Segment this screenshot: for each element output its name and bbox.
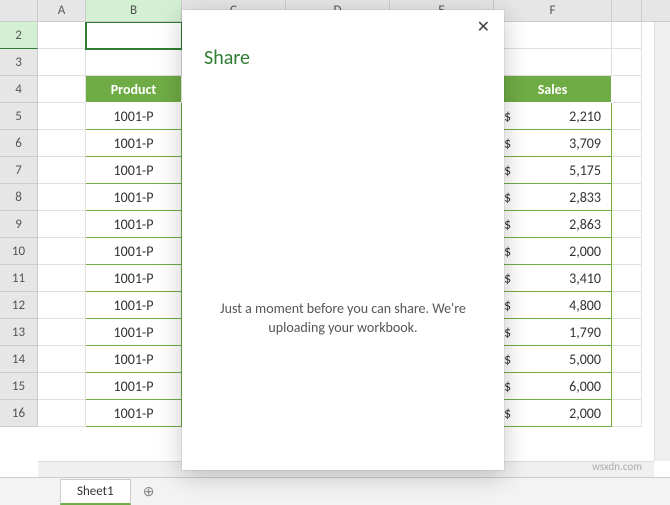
- row-header-12[interactable]: 12: [0, 292, 38, 319]
- table-cell-product[interactable]: 1001-P: [86, 346, 182, 373]
- vertical-scrollbar[interactable]: [654, 22, 670, 461]
- table-cell-product[interactable]: 1001-P: [86, 373, 182, 400]
- row-header-4[interactable]: 4: [0, 76, 38, 103]
- close-icon: ✕: [477, 18, 490, 37]
- close-button[interactable]: ✕: [477, 20, 490, 36]
- table-cell-product[interactable]: 1001-P: [86, 292, 182, 319]
- table-cell-sales[interactable]: $3,410: [494, 265, 612, 292]
- row-header-2[interactable]: 2: [0, 22, 38, 49]
- table-cell-product[interactable]: 1001-P: [86, 265, 182, 292]
- table-header-sales[interactable]: Sales: [494, 76, 612, 103]
- table-cell-sales[interactable]: $1,790: [494, 319, 612, 346]
- sheet-tab-bar: Sheet1 ⊕: [0, 477, 670, 505]
- row-header-5[interactable]: 5: [0, 103, 38, 130]
- row-header-16[interactable]: 16: [0, 400, 38, 427]
- table-cell-product[interactable]: 1001-P: [86, 157, 182, 184]
- row-header-6[interactable]: 6: [0, 130, 38, 157]
- table-cell-product[interactable]: 1001-P: [86, 319, 182, 346]
- col-header-B[interactable]: B: [86, 0, 182, 21]
- row-header-15[interactable]: 15: [0, 373, 38, 400]
- table-cell-sales[interactable]: $3,709: [494, 130, 612, 157]
- table-cell-sales[interactable]: $2,833: [494, 184, 612, 211]
- row-header-10[interactable]: 10: [0, 238, 38, 265]
- table-cell-sales[interactable]: $2,210: [494, 103, 612, 130]
- table-cell-sales[interactable]: $5,175: [494, 157, 612, 184]
- watermark: wsxdn.com: [592, 460, 642, 473]
- row-header-9[interactable]: 9: [0, 211, 38, 238]
- row-header-14[interactable]: 14: [0, 346, 38, 373]
- select-all-corner[interactable]: [0, 0, 38, 22]
- table-cell-product[interactable]: 1001-P: [86, 103, 182, 130]
- table-cell-sales[interactable]: $6,000: [494, 373, 612, 400]
- cell-B2[interactable]: [86, 22, 182, 49]
- table-cell-sales[interactable]: $2,863: [494, 211, 612, 238]
- col-header-pad: [612, 0, 642, 21]
- plus-icon: ⊕: [143, 483, 155, 500]
- cell-F2[interactable]: [494, 22, 612, 49]
- dialog-message: Just a moment before you can share. We'r…: [212, 300, 474, 338]
- add-sheet-button[interactable]: ⊕: [137, 480, 161, 504]
- table-cell-sales[interactable]: $4,800: [494, 292, 612, 319]
- col-header-A[interactable]: A: [38, 0, 86, 21]
- share-dialog: ✕ Share Just a moment before you can sha…: [182, 10, 504, 470]
- table-header-product[interactable]: Product: [86, 76, 182, 103]
- table-cell-product[interactable]: 1001-P: [86, 130, 182, 157]
- dialog-title: Share: [204, 46, 482, 70]
- cell-A2[interactable]: [38, 22, 86, 49]
- table-cell-sales[interactable]: $5,000: [494, 346, 612, 373]
- table-cell-product[interactable]: 1001-P: [86, 211, 182, 238]
- table-cell-sales[interactable]: $2,000: [494, 238, 612, 265]
- row-header-3[interactable]: 3: [0, 49, 38, 76]
- table-cell-sales[interactable]: $2,000: [494, 400, 612, 427]
- sheet-tab-sheet1[interactable]: Sheet1: [60, 479, 131, 505]
- row-header-13[interactable]: 13: [0, 319, 38, 346]
- row-header-7[interactable]: 7: [0, 157, 38, 184]
- row-header-8[interactable]: 8: [0, 184, 38, 211]
- table-cell-product[interactable]: 1001-P: [86, 184, 182, 211]
- row-header-11[interactable]: 11: [0, 265, 38, 292]
- table-cell-product[interactable]: 1001-P: [86, 238, 182, 265]
- col-header-F[interactable]: F: [494, 0, 612, 21]
- table-cell-product[interactable]: 1001-P: [86, 400, 182, 427]
